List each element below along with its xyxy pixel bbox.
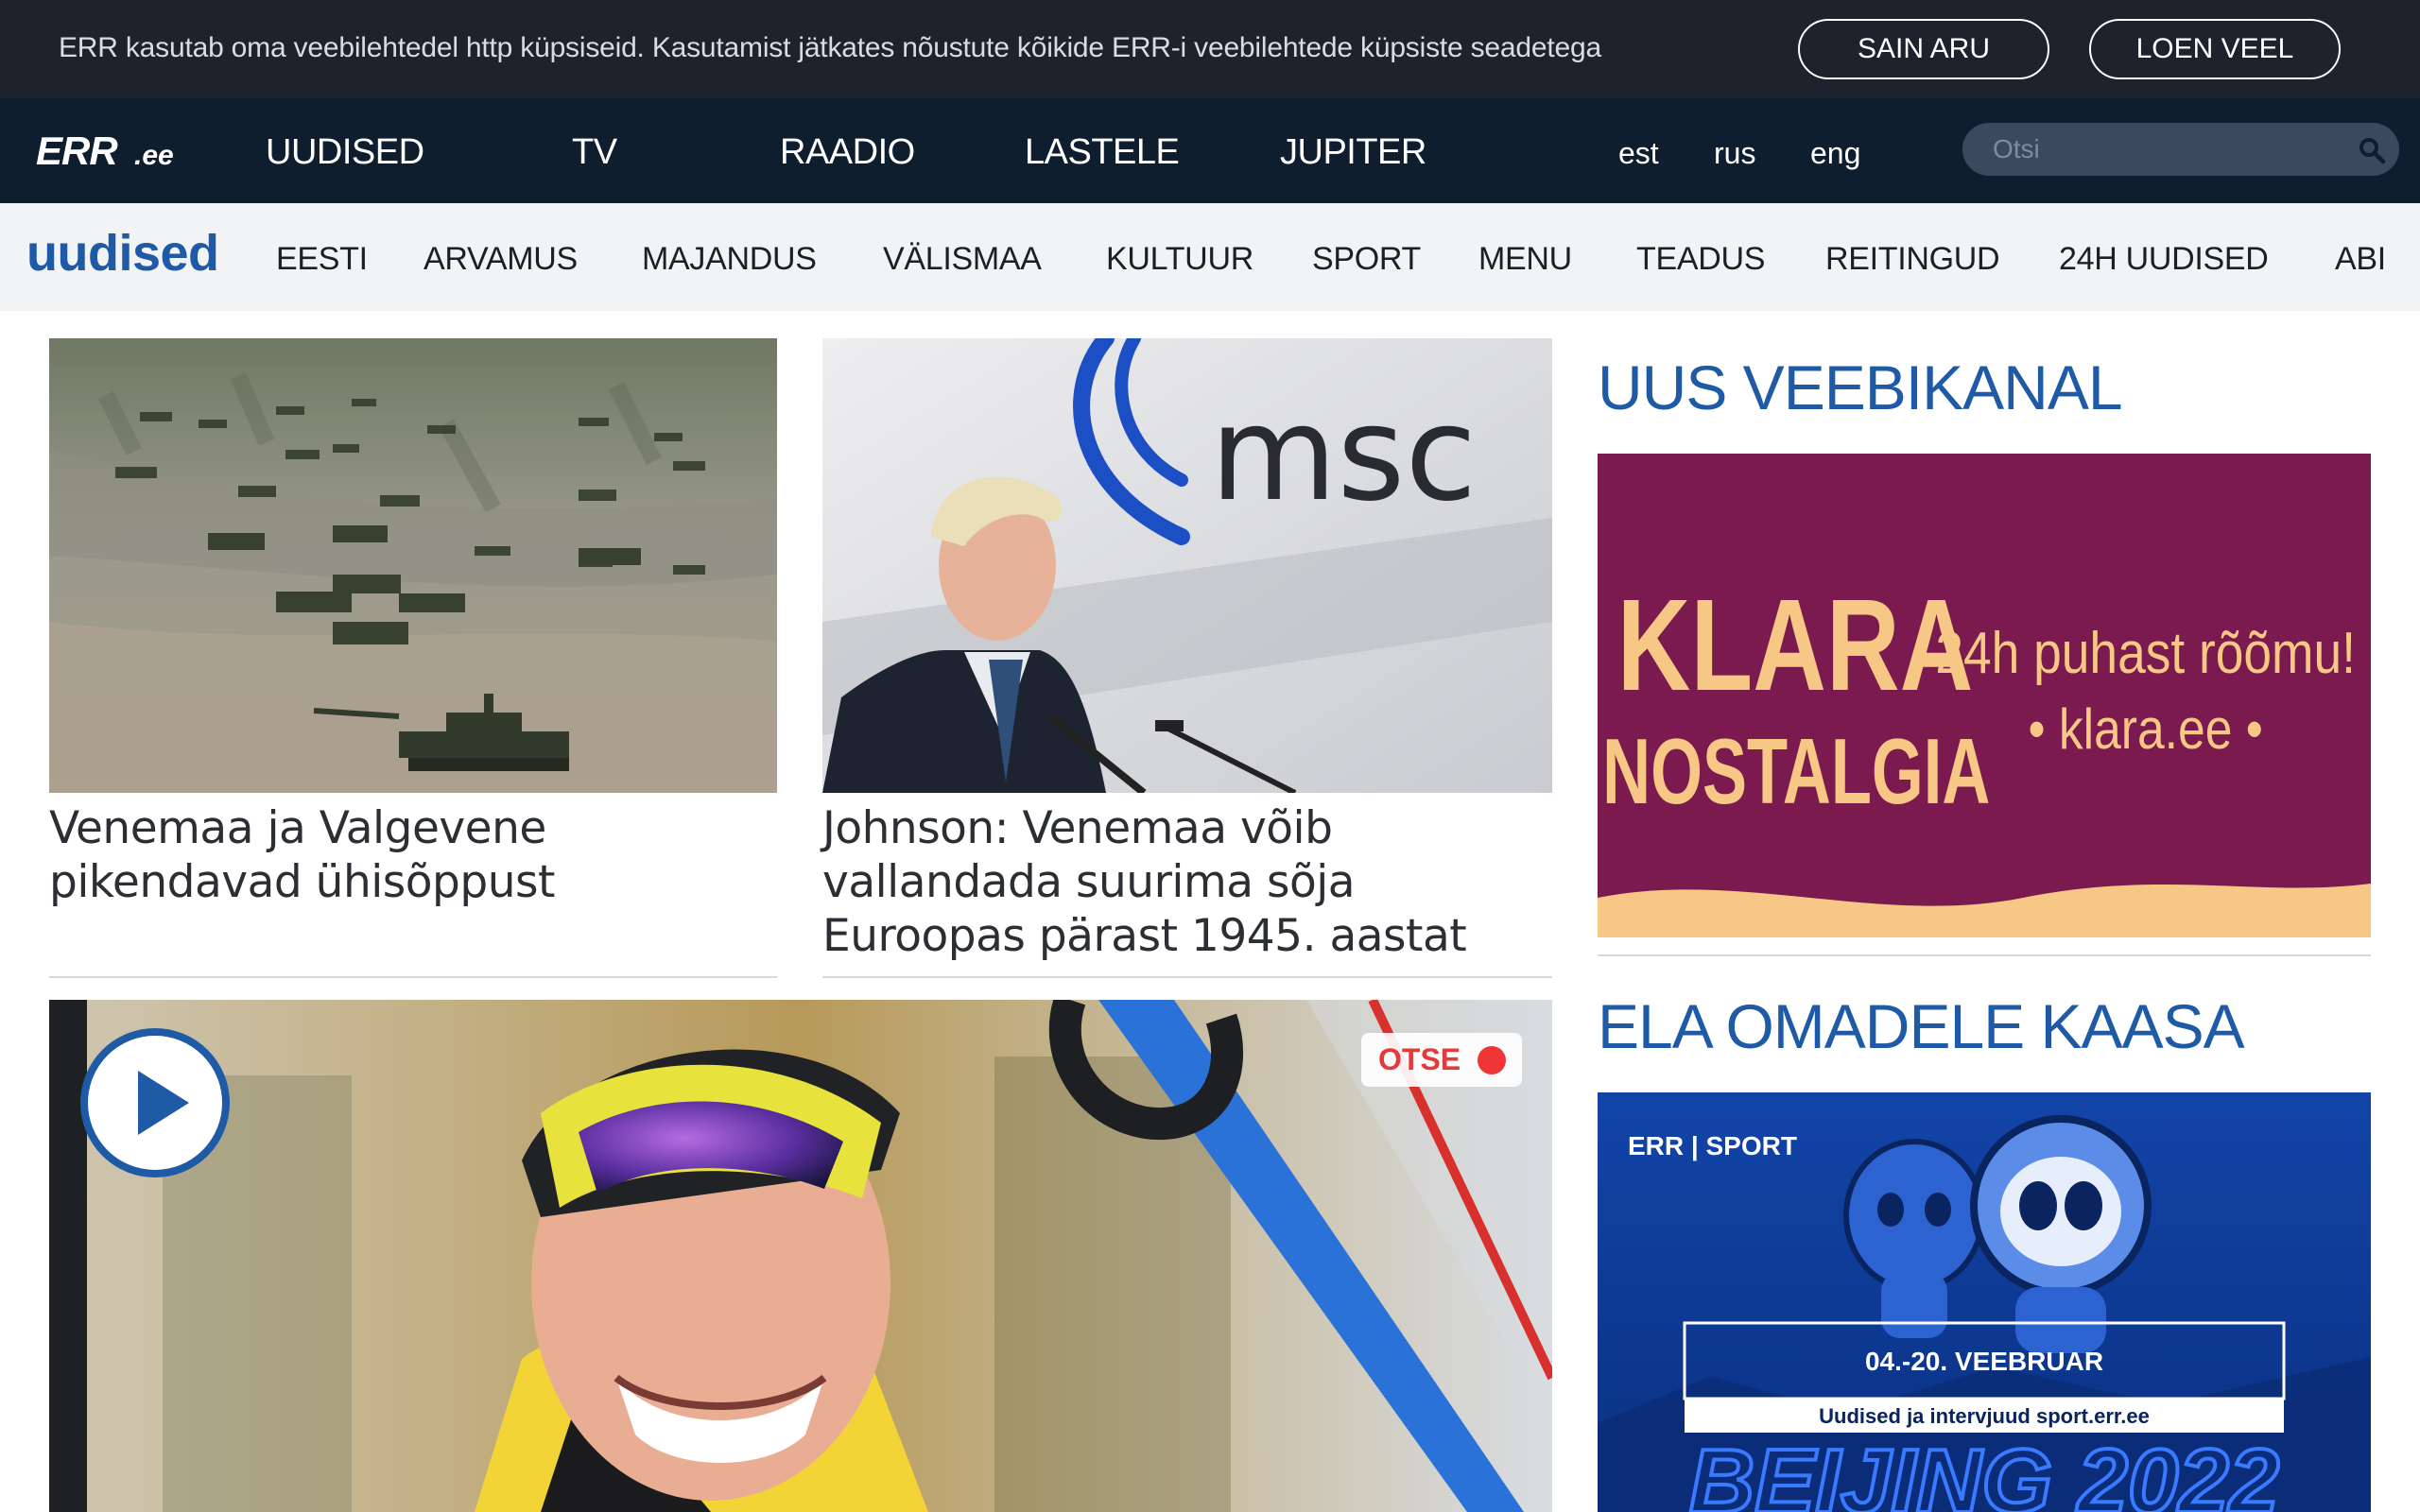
olympics-dates: 04.-20. VEEBRUAR — [1865, 1347, 2103, 1376]
live-dot-icon — [1478, 1045, 1507, 1074]
search-icon[interactable] — [2358, 136, 2386, 164]
section-item-abi[interactable]: ABI — [2335, 241, 2386, 278]
cookie-more-button[interactable]: LOEN VEEL — [2089, 19, 2341, 79]
johnson-photo: msc — [822, 338, 1552, 793]
cookie-message: ERR kasutab oma veebilehtedel http küpsi… — [59, 32, 1601, 63]
article-image-johnson[interactable]: msc — [822, 338, 1552, 793]
tanks-photo — [49, 338, 777, 793]
klara-banner-art: KLARA NOSTALGIA 24h puhast rõõmu! • klar… — [1598, 454, 2371, 937]
sidebar-title-uus-veebikanal: UUS VEEBIKANAL — [1598, 352, 2123, 422]
klara-nostalgia-banner[interactable]: KLARA NOSTALGIA 24h puhast rõõmu! • klar… — [1598, 454, 2371, 937]
logo-main: ERR — [36, 129, 118, 173]
olympics-big-text: BEIJING 2022 — [1689, 1431, 2279, 1512]
lang-eng[interactable]: eng — [1810, 136, 1860, 171]
article-headline-1[interactable]: Venemaa ja Valgevene pikendavad ühisõppu… — [49, 801, 777, 909]
section-item-teadus[interactable]: TEADUS — [1636, 241, 1765, 278]
klara-slogan: 24h puhast rõõmu! — [1935, 621, 2356, 686]
section-item-24h-uudised[interactable]: 24H UUDISED — [2059, 241, 2269, 278]
sidebar-title-ela-omadele-kaasa: ELA OMADELE KAASA — [1598, 991, 2245, 1061]
article-image-tanks[interactable] — [49, 338, 777, 793]
klara-site: • klara.ee • — [2028, 696, 2262, 761]
lang-rus[interactable]: rus — [1714, 136, 1755, 171]
section-item-eesti[interactable]: EESTI — [276, 241, 368, 278]
search-input[interactable] — [1962, 123, 2399, 176]
article-video-skier[interactable] — [49, 1000, 1552, 1512]
section-item-majandus[interactable]: MAJANDUS — [642, 241, 817, 278]
live-badge: OTSE — [1361, 1033, 1522, 1087]
section-item-valismaa[interactable]: VÄLISMAA — [883, 241, 1042, 278]
cookie-accept-button[interactable]: SAIN ARU — [1798, 19, 2049, 79]
lang-est[interactable]: est — [1618, 136, 1659, 171]
divider — [1598, 954, 2371, 956]
err-logo[interactable]: ERR .ee — [36, 129, 187, 174]
klara-subtitle: NOSTALGIA — [1602, 721, 1990, 824]
section-item-kultuur[interactable]: KULTUUR — [1106, 241, 1253, 278]
olympics-subtitle: Uudised ja intervjuud sport.err.ee — [1819, 1404, 2150, 1428]
nav-item-jupiter[interactable]: JUPITER — [1280, 132, 1426, 173]
nav-item-lastele[interactable]: LASTELE — [1025, 132, 1180, 173]
cookie-bar: ERR kasutab oma veebilehtedel http küpsi… — [0, 0, 2420, 98]
nav-item-raadio[interactable]: RAADIO — [780, 132, 915, 173]
section-item-menu[interactable]: MENU — [1478, 241, 1572, 278]
olympics-banner-art: ERR | SPORT 04.-20. VEEBRUAR Uudised ja … — [1598, 1092, 2371, 1512]
section-brand[interactable]: uudised — [26, 224, 219, 283]
section-item-reitingud[interactable]: REITINGUD — [1825, 241, 2000, 278]
divider — [822, 976, 1552, 978]
nav-item-tv[interactable]: TV — [572, 132, 617, 173]
olympics-brand: ERR | SPORT — [1628, 1131, 1797, 1160]
section-item-arvamus[interactable]: ARVAMUS — [424, 241, 578, 278]
play-icon — [80, 1028, 230, 1177]
article-headline-2[interactable]: Johnson: Venemaa võib vallandada suurima… — [822, 801, 1552, 963]
play-button[interactable] — [79, 1027, 231, 1178]
section-item-sport[interactable]: SPORT — [1312, 241, 1421, 278]
olympics-banner[interactable]: ERR | SPORT 04.-20. VEEBRUAR Uudised ja … — [1598, 1092, 2371, 1512]
main-nav: ERR .ee UUDISED TV RAADIO LASTELE JUPITE… — [0, 98, 2420, 203]
logo-suffix: .ee — [134, 140, 174, 171]
msc-logo-text: msc — [1210, 378, 1477, 530]
nav-item-uudised[interactable]: UUDISED — [266, 132, 424, 173]
skier-photo — [49, 1000, 1552, 1512]
klara-title: KLARA — [1617, 573, 1974, 718]
live-label: OTSE — [1378, 1042, 1461, 1076]
section-nav: uudised EESTI ARVAMUS MAJANDUS VÄLISMAA … — [0, 203, 2420, 311]
divider — [49, 976, 777, 978]
